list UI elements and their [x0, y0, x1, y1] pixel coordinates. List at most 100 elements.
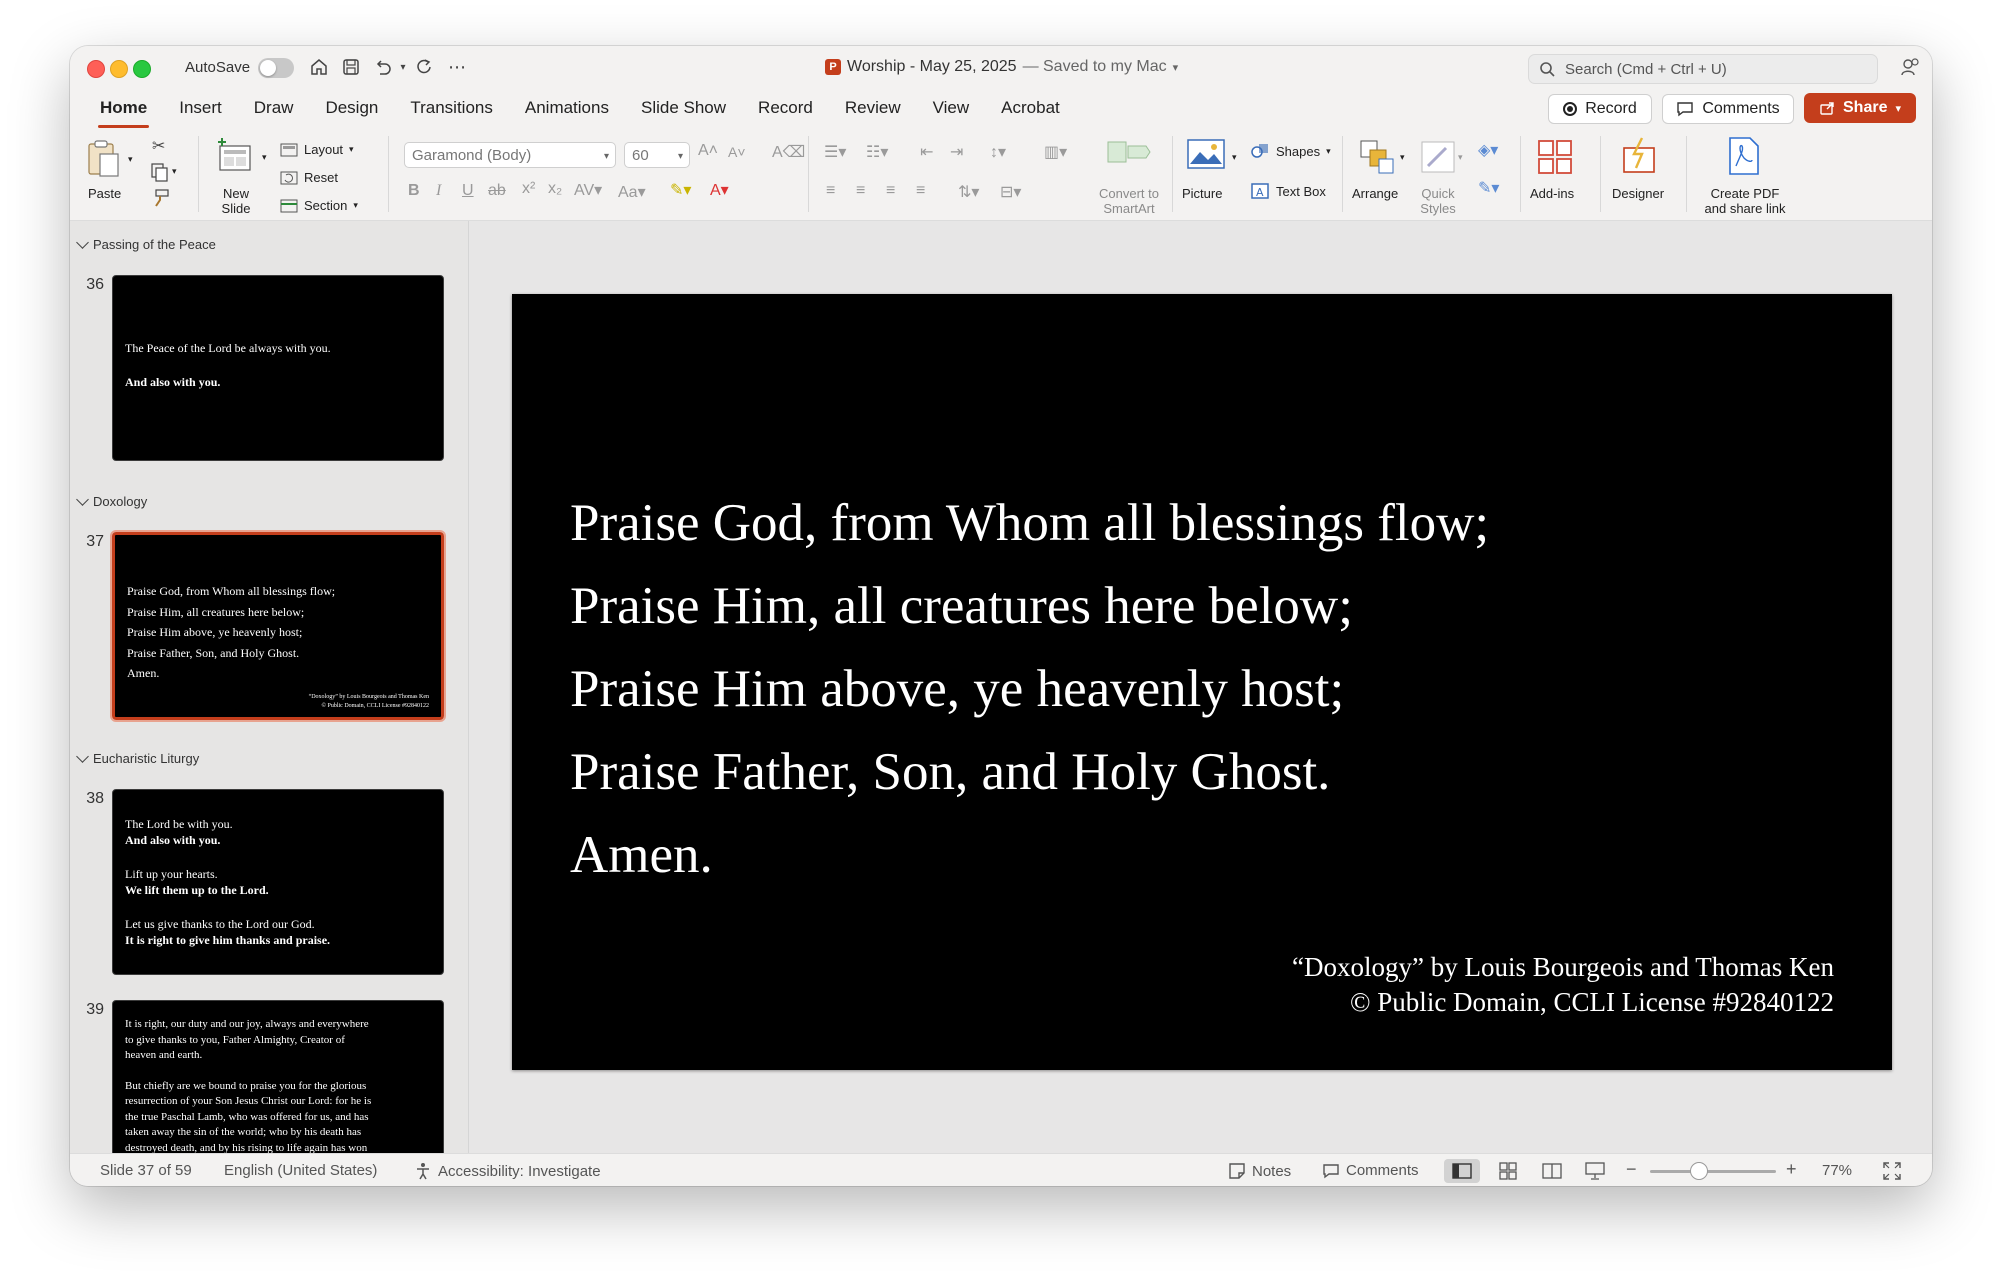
status-comments-button[interactable]: Comments — [1322, 1162, 1419, 1179]
search-input[interactable]: Search (Cmd + Ctrl + U) — [1528, 54, 1878, 84]
accessibility-status[interactable]: Accessibility: Investigate — [414, 1162, 601, 1180]
change-case-icon[interactable]: Aa▾ — [618, 182, 646, 202]
tab-record[interactable]: Record — [742, 94, 829, 124]
zoom-window-button[interactable] — [133, 60, 151, 78]
chevron-down-icon[interactable]: ▾ — [1400, 152, 1405, 163]
layout-button[interactable]: Layout ▾ — [280, 142, 354, 157]
text-direction-icon[interactable]: ⇅▾ — [958, 182, 979, 202]
slide-count[interactable]: Slide 37 of 59 — [100, 1162, 192, 1179]
increase-font-icon[interactable]: A˄ — [698, 142, 718, 160]
slide-show-view-icon[interactable] — [1584, 1161, 1606, 1181]
tab-insert[interactable]: Insert — [163, 94, 238, 124]
redo-icon[interactable] — [414, 56, 436, 78]
section-header-passing-of-the-peace[interactable]: Passing of the Peace — [76, 236, 216, 252]
slide-sorter-view-icon[interactable] — [1498, 1161, 1518, 1181]
undo-icon[interactable] — [372, 56, 394, 78]
tab-animations[interactable]: Animations — [509, 94, 625, 124]
decrease-indent-icon[interactable]: ⇤ — [920, 142, 933, 162]
document-title[interactable]: P Worship - May 25, 2025 — Saved to my M… — [825, 58, 1178, 76]
convert-smartart-icon[interactable] — [1106, 138, 1152, 166]
tab-review[interactable]: Review — [829, 94, 917, 124]
chevron-down-icon[interactable]: ▾ — [262, 152, 267, 163]
format-painter-icon[interactable] — [150, 188, 170, 208]
tab-transitions[interactable]: Transitions — [394, 94, 509, 124]
tab-slide-show[interactable]: Slide Show — [625, 94, 742, 124]
zoom-out-button[interactable]: − — [1626, 1159, 1637, 1180]
bullets-icon[interactable]: ☰▾ — [824, 142, 846, 162]
shape-outline-icon[interactable]: ✎▾ — [1478, 178, 1499, 198]
tab-acrobat[interactable]: Acrobat — [985, 94, 1076, 124]
font-size-select[interactable]: 60 ▾ — [624, 142, 690, 168]
quick-styles-icon[interactable] — [1418, 138, 1458, 176]
designer-icon[interactable] — [1620, 136, 1660, 176]
new-slide-icon[interactable] — [216, 136, 256, 176]
align-left-icon[interactable]: ≡ — [826, 182, 835, 200]
line-spacing-icon[interactable]: ↕▾ — [990, 142, 1006, 162]
section-header-doxology[interactable]: Doxology — [76, 493, 147, 509]
reset-button[interactable]: Reset — [280, 170, 338, 185]
more-options-icon[interactable]: ⋯ — [446, 56, 468, 78]
zoom-in-button[interactable]: + — [1786, 1159, 1797, 1180]
create-pdf-icon[interactable] — [1726, 136, 1762, 176]
cut-icon[interactable]: ✂ — [152, 136, 165, 156]
highlight-color-icon[interactable]: ✎▾ — [670, 180, 691, 200]
section-header-eucharistic-liturgy[interactable]: Eucharistic Liturgy — [76, 750, 199, 766]
language-status[interactable]: English (United States) — [224, 1162, 377, 1179]
columns-icon[interactable]: ▥▾ — [1044, 142, 1067, 162]
record-button[interactable]: Record — [1548, 94, 1652, 124]
slide-thumbnail-38[interactable]: The Lord be with you. And also with you.… — [112, 789, 444, 975]
subscript-icon[interactable]: x₂ — [548, 180, 562, 198]
decrease-font-icon[interactable]: A˅ — [728, 144, 746, 160]
character-spacing-icon[interactable]: AV▾ — [574, 180, 602, 200]
slide-credit-text[interactable]: “Doxology” by Louis Bourgeois and Thomas… — [1292, 950, 1834, 1020]
share-button[interactable]: Share ▾ — [1804, 93, 1916, 123]
chevron-down-icon[interactable]: ▾ — [1458, 152, 1463, 163]
zoom-slider-track[interactable] — [1650, 1170, 1776, 1173]
align-center-icon[interactable]: ≡ — [856, 182, 865, 200]
shape-fill-icon[interactable]: ◈▾ — [1478, 140, 1498, 160]
save-icon[interactable] — [340, 56, 362, 78]
slide-body-text[interactable]: Praise God, from Whom all blessings flow… — [570, 482, 1489, 897]
reading-view-icon[interactable] — [1542, 1162, 1562, 1180]
paste-icon[interactable] — [86, 138, 122, 178]
arrange-icon[interactable] — [1358, 138, 1396, 176]
slide-thumbnail-36[interactable]: The Peace of the Lord be always with you… — [112, 275, 444, 461]
justify-icon[interactable]: ≡ — [916, 182, 925, 200]
normal-view-icon[interactable] — [1452, 1162, 1472, 1180]
add-ins-icon[interactable] — [1536, 138, 1574, 176]
slide-thumbnail-39[interactable]: It is right, our duty and our joy, alway… — [112, 1000, 444, 1153]
zoom-slider-handle[interactable] — [1690, 1162, 1708, 1180]
bold-icon[interactable]: B — [408, 182, 420, 200]
minimize-window-button[interactable] — [110, 60, 128, 78]
chevron-down-icon[interactable]: ▾ — [1232, 152, 1237, 163]
comments-button[interactable]: Comments — [1662, 94, 1794, 124]
undo-dropdown-icon[interactable]: ▾ — [392, 56, 414, 78]
tab-draw[interactable]: Draw — [238, 94, 310, 124]
shapes-button[interactable]: Shapes ▾ — [1250, 142, 1331, 160]
fit-to-window-icon[interactable] — [1882, 1161, 1902, 1181]
superscript-icon[interactable]: x² — [522, 180, 535, 198]
copy-icon[interactable] — [150, 162, 170, 182]
align-right-icon[interactable]: ≡ — [886, 182, 895, 200]
numbering-icon[interactable]: ☷▾ — [866, 142, 888, 162]
autosave-toggle[interactable] — [258, 58, 294, 78]
tab-view[interactable]: View — [917, 94, 986, 124]
share-people-icon[interactable] — [1900, 56, 1922, 78]
font-name-select[interactable]: Garamond (Body) ▾ — [404, 142, 616, 168]
slide-thumbnail-37[interactable]: Praise God, from Whom all blessings flow… — [110, 530, 446, 722]
tab-home[interactable]: Home — [84, 94, 163, 128]
increase-indent-icon[interactable]: ⇥ — [950, 142, 963, 162]
clear-formatting-icon[interactable]: A⌫ — [772, 142, 805, 162]
home-icon[interactable] — [308, 56, 330, 78]
slide-thumbnail-pane[interactable]: Passing of the Peace 36 The Peace of the… — [70, 221, 469, 1153]
align-text-icon[interactable]: ⊟▾ — [1000, 182, 1021, 202]
close-window-button[interactable] — [87, 60, 105, 78]
notes-button[interactable]: Notes — [1228, 1162, 1291, 1180]
chevron-down-icon[interactable]: ▾ — [172, 166, 177, 177]
text-box-button[interactable]: A Text Box — [1250, 182, 1326, 200]
italic-icon[interactable]: I — [436, 182, 441, 200]
current-slide[interactable]: Praise God, from Whom all blessings flow… — [512, 294, 1892, 1070]
section-button[interactable]: Section ▾ — [280, 198, 358, 213]
strikethrough-icon[interactable]: ab — [488, 182, 506, 200]
picture-icon[interactable] — [1186, 138, 1226, 172]
